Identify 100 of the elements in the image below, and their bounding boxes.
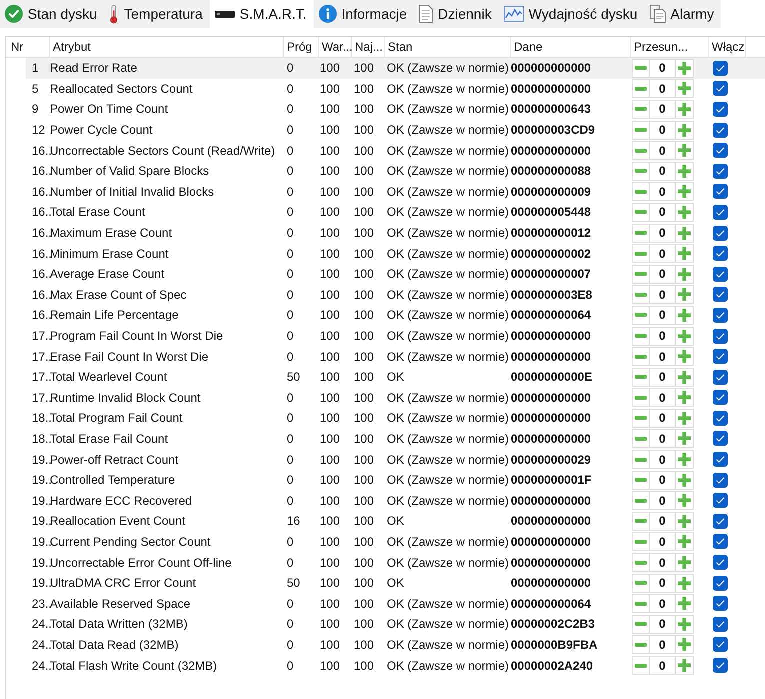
offset-field[interactable]: 0 (650, 470, 675, 490)
offset-field[interactable]: 0 (650, 79, 675, 98)
plus-button[interactable] (675, 491, 694, 510)
checkbox[interactable] (713, 431, 728, 446)
offset-field[interactable]: 0 (650, 594, 675, 614)
checkbox[interactable] (713, 226, 728, 241)
checkbox[interactable] (713, 370, 728, 385)
table-row[interactable]: 5 Reallocated Sectors Count 0 100 100 OK (Zawsze w normie) 000000000000 0 (26, 78, 765, 100)
offset-field[interactable]: 0 (650, 326, 675, 346)
minus-button[interactable] (632, 120, 650, 140)
plus-button[interactable] (675, 532, 694, 552)
checkbox[interactable] (713, 576, 728, 591)
column-header[interactable]: War... (319, 37, 352, 57)
plus-button[interactable] (675, 141, 694, 160)
checkbox[interactable] (713, 555, 728, 570)
plus-button[interactable] (675, 450, 694, 470)
checkbox[interactable] (713, 452, 728, 468)
minus-button[interactable] (632, 450, 650, 470)
minus-button[interactable] (632, 264, 650, 284)
minus-button[interactable] (632, 224, 650, 243)
minus-button[interactable] (632, 614, 650, 634)
plus-button[interactable] (675, 264, 694, 284)
minus-button[interactable] (632, 594, 650, 614)
minus-button[interactable] (632, 306, 650, 325)
minus-button[interactable] (632, 79, 650, 98)
minus-button[interactable] (632, 347, 650, 366)
plus-button[interactable] (675, 326, 694, 346)
minus-button[interactable] (632, 512, 650, 531)
column-header[interactable]: Dane (511, 37, 631, 57)
plus-button[interactable] (675, 408, 694, 428)
offset-field[interactable]: 0 (650, 141, 675, 160)
offset-field[interactable]: 0 (650, 202, 675, 222)
offset-field[interactable]: 0 (650, 162, 675, 181)
minus-button[interactable] (632, 100, 650, 119)
checkbox[interactable] (713, 204, 728, 220)
offset-field[interactable]: 0 (650, 388, 675, 408)
minus-button[interactable] (632, 553, 650, 572)
offset-field[interactable]: 0 (650, 58, 675, 78)
plus-button[interactable] (675, 656, 694, 676)
tab[interactable]: Dziennik (414, 0, 499, 28)
plus-button[interactable] (675, 306, 694, 325)
offset-field[interactable]: 0 (650, 306, 675, 325)
checkbox[interactable] (713, 102, 728, 117)
checkbox[interactable] (713, 81, 728, 96)
offset-field[interactable]: 0 (650, 100, 675, 119)
plus-button[interactable] (675, 429, 694, 448)
plus-button[interactable] (675, 182, 694, 202)
plus-button[interactable] (675, 368, 694, 387)
plus-button[interactable] (675, 120, 694, 140)
offset-field[interactable]: 0 (650, 532, 675, 552)
tab[interactable]: Wydajność dysku (498, 0, 645, 28)
checkbox[interactable] (713, 164, 728, 179)
plus-button[interactable] (675, 553, 694, 572)
minus-button[interactable] (632, 162, 650, 181)
offset-field[interactable]: 0 (650, 347, 675, 366)
checkbox[interactable] (713, 390, 728, 406)
plus-button[interactable] (675, 614, 694, 634)
minus-button[interactable] (632, 656, 650, 676)
checkbox[interactable] (713, 184, 728, 200)
checkbox[interactable] (713, 349, 728, 364)
minus-button[interactable] (632, 388, 650, 408)
checkbox[interactable] (713, 246, 728, 262)
minus-button[interactable] (632, 202, 650, 222)
minus-button[interactable] (632, 58, 650, 78)
plus-button[interactable] (675, 470, 694, 490)
offset-field[interactable]: 0 (650, 408, 675, 428)
checkbox[interactable] (713, 410, 728, 426)
plus-button[interactable] (675, 594, 694, 614)
offset-field[interactable]: 0 (650, 656, 675, 676)
column-header[interactable]: Przesun... (631, 37, 709, 57)
checkbox[interactable] (713, 266, 728, 282)
minus-button[interactable] (632, 182, 650, 202)
column-header[interactable]: Próg (284, 37, 319, 57)
minus-button[interactable] (632, 368, 650, 387)
offset-field[interactable]: 0 (650, 553, 675, 572)
checkbox[interactable] (713, 493, 728, 508)
minus-button[interactable] (632, 429, 650, 448)
minus-button[interactable] (632, 532, 650, 552)
plus-button[interactable] (675, 574, 694, 593)
offset-field[interactable]: 0 (650, 512, 675, 531)
plus-button[interactable] (675, 347, 694, 366)
offset-field[interactable]: 0 (650, 224, 675, 243)
offset-field[interactable]: 0 (650, 182, 675, 202)
checkbox[interactable] (713, 472, 728, 488)
minus-button[interactable] (632, 141, 650, 160)
plus-button[interactable] (675, 58, 694, 78)
tab[interactable]: Informacje (314, 0, 414, 28)
table-row[interactable]: 1 Read Error Rate 0 100 100 OK (Zawsze w normie) 000000000000 0 (26, 58, 765, 79)
offset-field[interactable]: 0 (650, 614, 675, 634)
checkbox[interactable] (713, 514, 728, 529)
offset-field[interactable]: 0 (650, 491, 675, 510)
minus-button[interactable] (632, 285, 650, 304)
minus-button[interactable] (632, 408, 650, 428)
offset-field[interactable]: 0 (650, 574, 675, 593)
plus-button[interactable] (675, 388, 694, 408)
minus-button[interactable] (632, 244, 650, 264)
offset-field[interactable]: 0 (650, 120, 675, 140)
offset-field[interactable]: 0 (650, 450, 675, 470)
checkbox[interactable] (713, 143, 728, 158)
plus-button[interactable] (675, 224, 694, 243)
